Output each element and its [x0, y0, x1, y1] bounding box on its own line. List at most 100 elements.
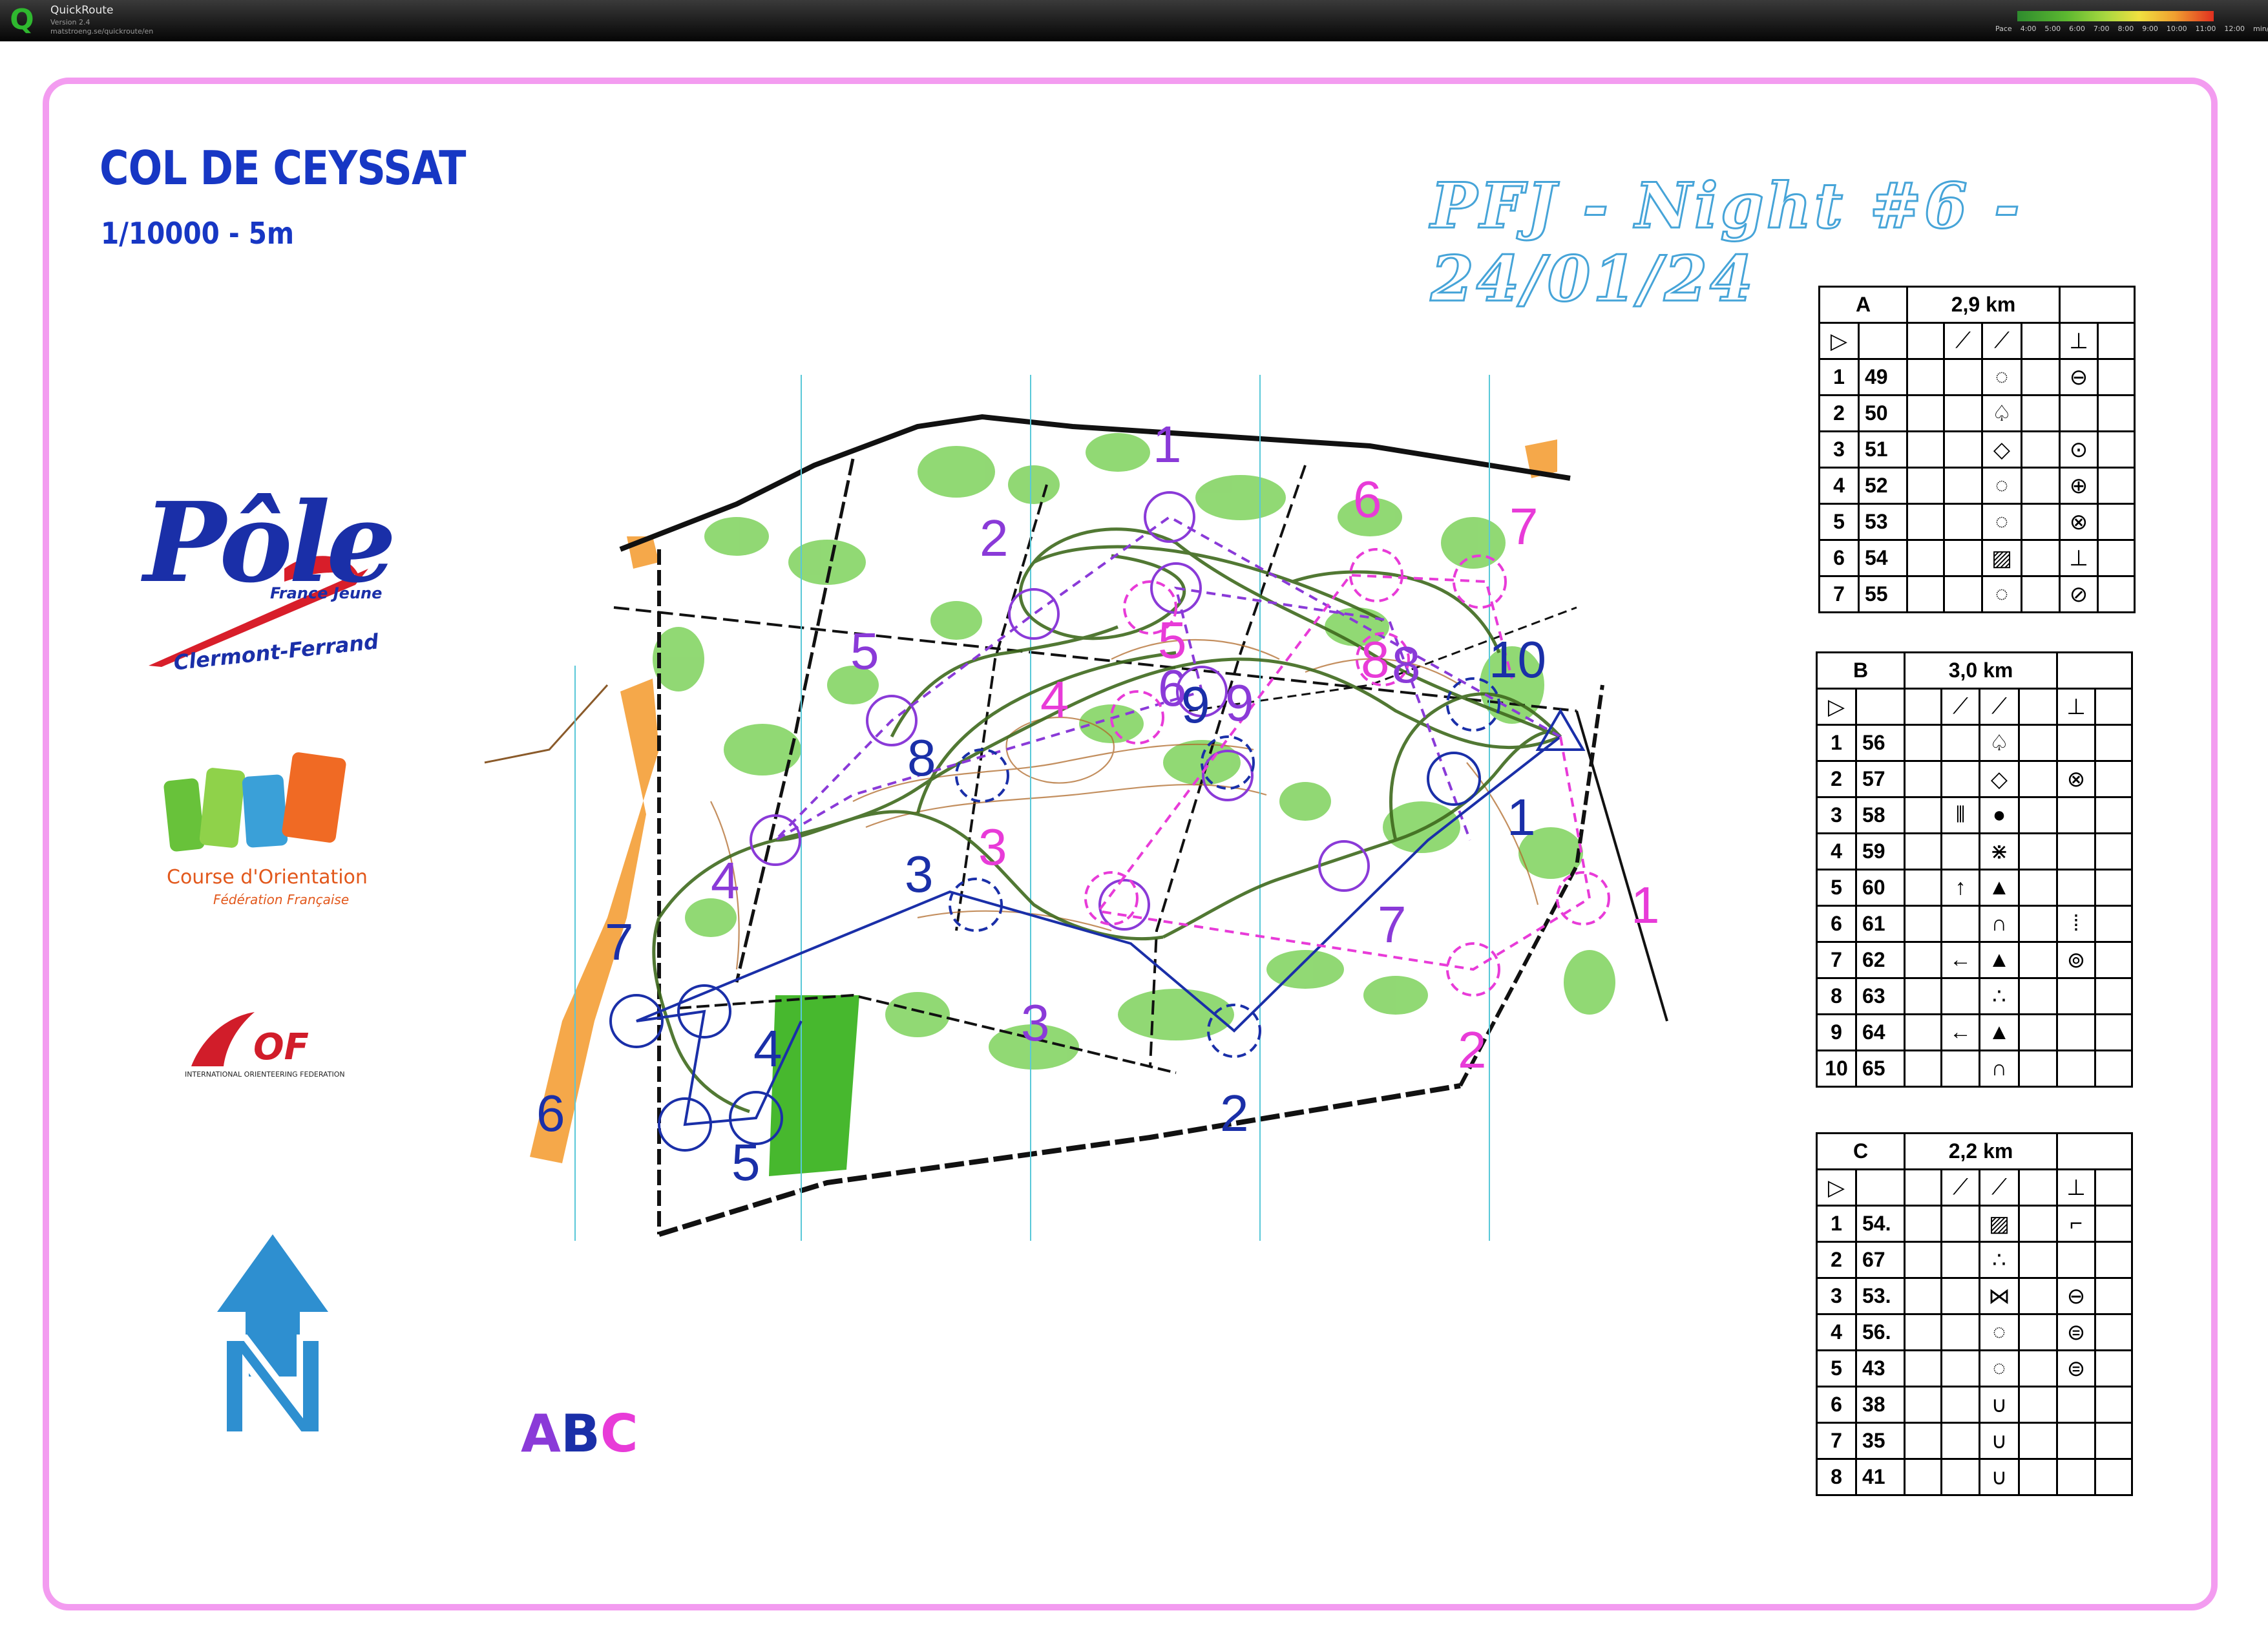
- start-row-cell: ⟋: [1940, 1168, 1980, 1207]
- position-icon: ⊗: [2056, 760, 2096, 798]
- control-row: 4 56. ◌ ⊜: [1816, 1313, 2133, 1351]
- control-row: 8 63 ∴: [1816, 977, 2133, 1015]
- course-c-number: 3: [978, 818, 1007, 876]
- pace-tick: 10:00: [2166, 25, 2187, 33]
- pace-tick: 9:00: [2142, 25, 2158, 33]
- pace-tick: 4:00: [2020, 25, 2037, 33]
- position-icon: ⊚: [2056, 941, 2096, 979]
- control-code: 54.: [1855, 1205, 1906, 1243]
- control-code: 49: [1858, 358, 1908, 396]
- direction-icon: [1940, 1205, 1980, 1243]
- feature-icon: ▲: [1979, 941, 2020, 979]
- direction-icon: [1940, 1458, 1980, 1496]
- course-a-number: 2: [980, 509, 1009, 567]
- extra-cell: [2094, 1050, 2133, 1088]
- extra-cell: [2094, 1349, 2133, 1387]
- control-code: 64: [1855, 1013, 1906, 1051]
- course-b-label: B: [560, 1404, 600, 1464]
- control-row: 3 58 ⫴ ●: [1816, 796, 2133, 834]
- extra-cell: [2097, 503, 2136, 541]
- start-triangle-icon: ▷: [1816, 1168, 1857, 1207]
- map-scale: 1/10000 - 5m: [101, 216, 295, 251]
- course-a-label: A: [521, 1404, 561, 1464]
- direction-icon: [1943, 358, 1983, 396]
- course-name: A: [1818, 286, 1908, 324]
- control-row: 7 35 ∪: [1816, 1422, 2133, 1460]
- position-icon: [2056, 1386, 2096, 1424]
- size-cell: [2021, 503, 2061, 541]
- size-cell: [2018, 1205, 2058, 1243]
- column-c: [1906, 394, 1945, 432]
- course-b-number: 6: [536, 1084, 565, 1142]
- direction-icon: ←: [1940, 1013, 1980, 1051]
- size-cell: [2018, 1422, 2058, 1460]
- extra-cell: [2094, 1313, 2133, 1351]
- extra-cell: [2094, 1205, 2133, 1243]
- control-row: 1 54. ▨ ⌐: [1816, 1205, 2133, 1243]
- course-a-number: 9: [1225, 674, 1254, 732]
- feature-icon: ◌: [1979, 1313, 2020, 1351]
- control-row: 6 61 ∩ ⁞: [1816, 905, 2133, 943]
- column-c: [1904, 1313, 1942, 1351]
- size-cell: [2018, 1241, 2058, 1279]
- course-a-number: 7: [1378, 896, 1407, 953]
- control-code: 67: [1855, 1241, 1906, 1279]
- size-cell: [2021, 394, 2061, 432]
- column-c: [1906, 503, 1945, 541]
- control-code: 35: [1855, 1422, 1906, 1460]
- column-c: [1904, 869, 1942, 907]
- control-code: 38: [1855, 1386, 1906, 1424]
- control-row: 10 65 ∩: [1816, 1050, 2133, 1088]
- extra-cell: [2094, 760, 2133, 798]
- pace-color-scale: [2017, 11, 2214, 21]
- column-c: [1904, 796, 1942, 834]
- control-description-a: A 2,9 km ▷ ⟋ ⟋ ⊥ 1 49 ◌ ⊖ 2 50 ♤ 3 51 ◇ ⊙ 4 52 ◌ ⊕ 5 53 ◌ ⊗ 6 54 ▨ ⊥…: [1818, 286, 2136, 613]
- start-row-cell: [1904, 1168, 1942, 1207]
- direction-icon: [1940, 1349, 1980, 1387]
- extra-cell: [2094, 869, 2133, 907]
- control-number: 8: [1816, 1458, 1857, 1496]
- feature-icon: ◌: [1981, 503, 2022, 541]
- control-row: 6 38 ∪: [1816, 1386, 2133, 1424]
- feature-icon: ∪: [1979, 1422, 2020, 1460]
- size-cell: [2018, 796, 2058, 834]
- feature-icon: ◌: [1981, 575, 2022, 613]
- extra-cell: [2094, 1422, 2133, 1460]
- control-code: 65: [1855, 1050, 1906, 1088]
- position-icon: ⁞: [2056, 905, 2096, 943]
- control-number: 4: [1816, 832, 1857, 870]
- size-cell: [2021, 575, 2061, 613]
- column-c: [1904, 1422, 1942, 1460]
- size-cell: [2018, 905, 2058, 943]
- course-distance: 3,0 km: [1904, 651, 2058, 690]
- feature-icon: ∩: [1979, 1050, 2020, 1088]
- feature-icon: ∴: [1979, 1241, 2020, 1279]
- direction-icon: [1940, 1241, 1980, 1279]
- feature-icon: ∪: [1979, 1386, 2020, 1424]
- feature-icon: ∩: [1979, 905, 2020, 943]
- control-row: 7 62 ← ▲ ⊚: [1816, 941, 2133, 979]
- control-row: 2 57 ◇ ⊗: [1816, 760, 2133, 798]
- control-row: 4 59 ⋇: [1816, 832, 2133, 870]
- extra-cell: [2097, 575, 2136, 613]
- extra-cell: [2094, 941, 2133, 979]
- control-code: 61: [1855, 905, 1906, 943]
- direction-icon: [1943, 503, 1983, 541]
- column-c: [1906, 430, 1945, 469]
- position-icon: [2056, 1241, 2096, 1279]
- column-c: [1904, 760, 1942, 798]
- start-row-cell: ⟋: [1979, 688, 2020, 726]
- course-a-number: 4: [711, 852, 740, 909]
- start-row-cell: ⟋: [1979, 1168, 2020, 1207]
- size-cell: [2021, 358, 2061, 396]
- app-url[interactable]: matstroeng.se/quickroute/en: [50, 27, 153, 36]
- start-row-cell: ⊥: [2059, 322, 2099, 360]
- control-code: 56: [1855, 724, 1906, 762]
- control-number: 5: [1816, 869, 1857, 907]
- course-b-number: 7: [605, 913, 634, 971]
- pace-tick: 11:00: [2195, 25, 2216, 33]
- control-number: 3: [1816, 796, 1857, 834]
- orienteering-map[interactable]: 1 2 3 4 5 6 7 8 9 1 2 3 4 5 6 7 8 9 10 1…: [465, 349, 1706, 1254]
- extra-cell: [2094, 1458, 2133, 1496]
- courses-legend: ABC: [521, 1404, 638, 1464]
